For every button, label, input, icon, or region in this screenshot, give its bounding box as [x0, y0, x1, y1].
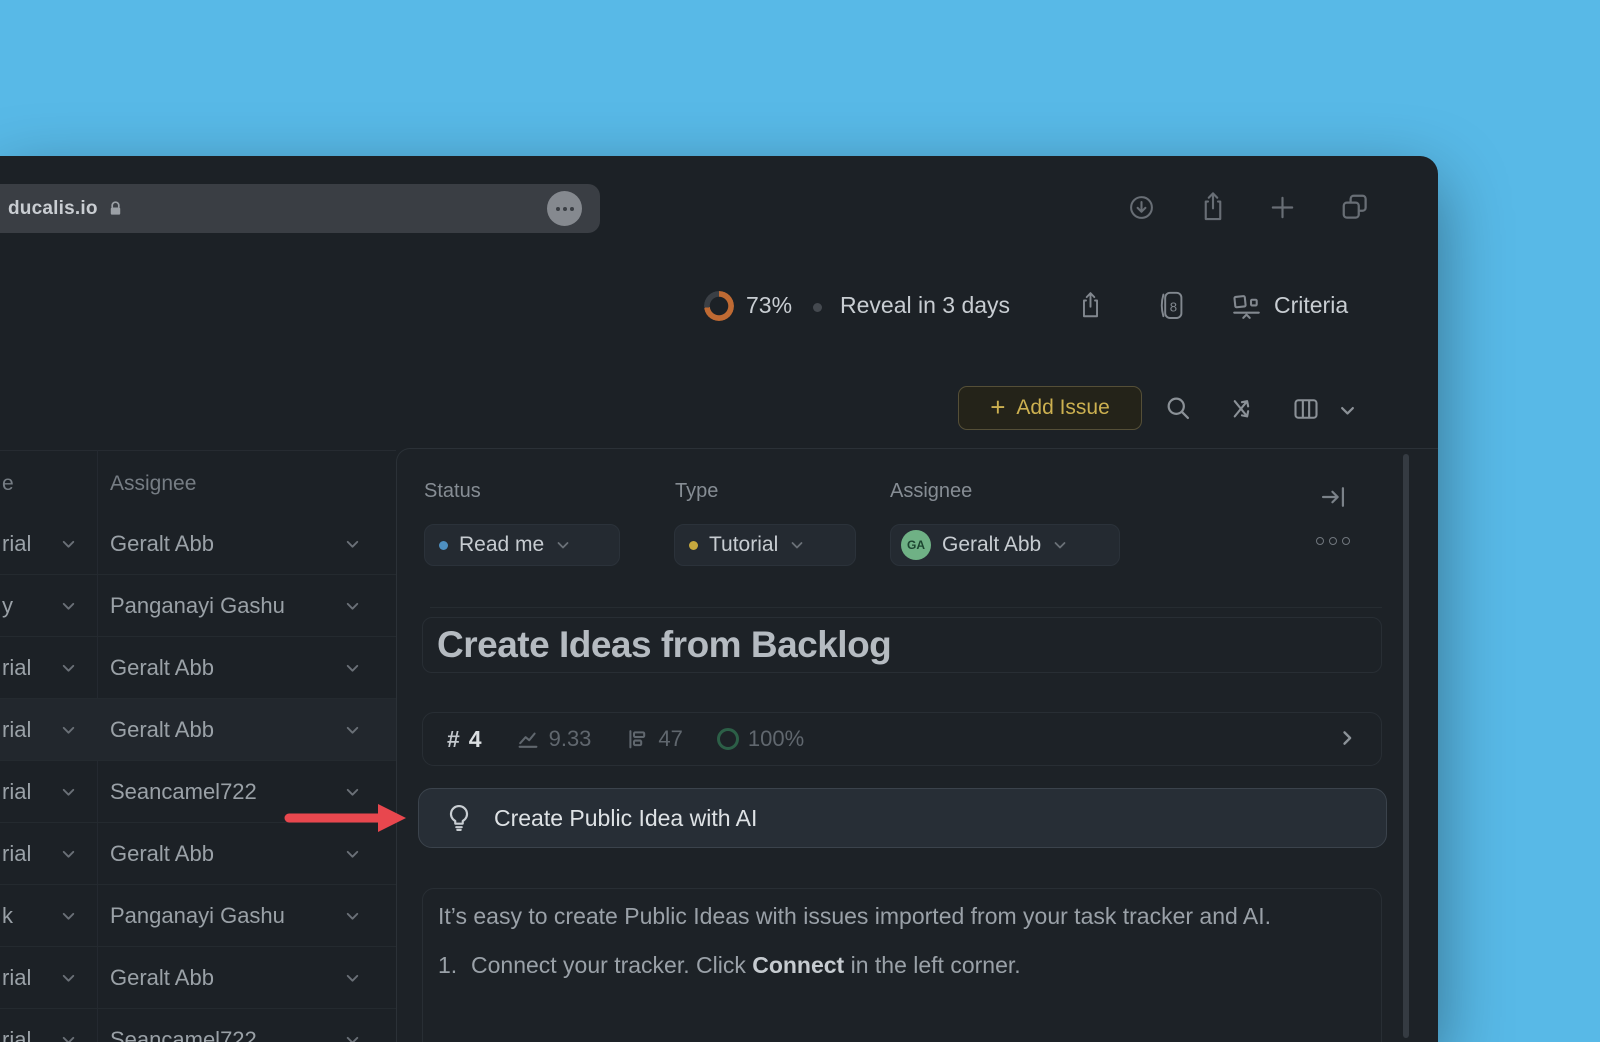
table-header-assignee[interactable]: Assignee — [110, 472, 196, 496]
chevron-down-icon — [555, 537, 571, 553]
type-dot — [689, 540, 698, 550]
lock-icon — [107, 200, 124, 217]
assignee-dropdown[interactable]: GA Geralt Abb — [890, 524, 1120, 566]
table-row[interactable]: rial Geralt Abb — [0, 513, 396, 575]
chevron-down-icon[interactable] — [60, 535, 77, 552]
sort-icon[interactable] — [1228, 395, 1255, 422]
export-icon[interactable] — [1077, 290, 1104, 320]
assignee-avatar: GA — [901, 530, 931, 560]
table-row[interactable]: rial Seancamel722 — [0, 1009, 396, 1042]
url-options-button[interactable] — [547, 191, 582, 226]
chevron-down-icon[interactable] — [1338, 401, 1357, 420]
reveal-countdown: Reveal in 3 days — [840, 292, 1011, 318]
download-icon[interactable] — [1127, 193, 1156, 222]
description-step-1: 1. Connect your tracker. Click Connect i… — [438, 952, 1021, 978]
table-row[interactable]: y Panganayi Gashu — [0, 575, 396, 637]
progress-ring — [704, 291, 734, 321]
chevron-down-icon[interactable] — [344, 659, 361, 676]
panel-divider — [430, 607, 1382, 608]
table-row-highlighted[interactable]: rial Geralt Abb — [0, 699, 396, 761]
hash-icon: # — [447, 725, 460, 752]
browser-window: ducalis.io 73% Reveal in 3 days 8 Criter… — [0, 156, 1438, 1042]
chevron-down-icon[interactable] — [344, 845, 361, 862]
table-row[interactable]: rial Geralt Abb — [0, 637, 396, 699]
issue-description[interactable]: It’s easy to create Public Ideas with is… — [422, 888, 1382, 1042]
more-options-icon[interactable] — [1316, 537, 1350, 545]
type-dropdown[interactable]: Tutorial — [674, 524, 856, 566]
criteria-icon[interactable] — [1231, 292, 1262, 323]
chevron-down-icon[interactable] — [60, 907, 77, 924]
url-bar[interactable]: ducalis.io — [0, 184, 600, 233]
assignee-cell[interactable]: Geralt Abb — [110, 531, 214, 557]
table-row[interactable]: k Panganayi Gashu — [0, 885, 396, 947]
tabs-overview-icon[interactable] — [1340, 192, 1370, 222]
score-value: 9.33 — [548, 726, 592, 751]
chevron-down-icon[interactable] — [344, 1031, 361, 1042]
status-field-label: Status — [424, 480, 481, 502]
chevron-down-icon[interactable] — [60, 721, 77, 738]
url-text: ducalis.io — [8, 197, 98, 219]
columns-icon[interactable] — [1292, 395, 1320, 423]
progress-percent: 73% — [746, 292, 793, 318]
add-issue-button[interactable]: + Add Issue — [958, 386, 1142, 430]
chevron-down-icon[interactable] — [344, 969, 361, 986]
svg-text:8: 8 — [1170, 299, 1177, 314]
issue-id: 4 — [468, 725, 482, 752]
create-public-idea-ai-button[interactable]: Create Public Idea with AI — [418, 788, 1387, 848]
chevron-down-icon[interactable] — [344, 597, 361, 614]
scrollbar[interactable] — [1403, 454, 1409, 1038]
chevron-down-icon[interactable] — [60, 969, 77, 986]
chevron-down-icon — [789, 537, 805, 553]
score-chart-icon — [516, 727, 540, 751]
completion-value: 100% — [747, 726, 805, 751]
type-field-label: Type — [675, 480, 719, 502]
chevron-down-icon[interactable] — [344, 783, 361, 800]
table-header-left-fragment: e — [2, 472, 14, 495]
search-icon[interactable] — [1164, 394, 1192, 422]
chevron-right-icon[interactable] — [1337, 728, 1357, 748]
assignee-cell[interactable]: Seancamel722 — [110, 1027, 257, 1042]
table-top-border — [0, 450, 396, 451]
rank-icon — [625, 727, 649, 751]
chevron-down-icon[interactable] — [60, 783, 77, 800]
plus-icon: + — [990, 391, 1006, 422]
chevron-down-icon — [1052, 537, 1068, 553]
card-stack-icon[interactable]: 8 — [1152, 289, 1188, 323]
collapse-panel-icon[interactable] — [1319, 483, 1347, 511]
chevron-down-icon[interactable] — [344, 721, 361, 738]
new-tab-icon[interactable] — [1268, 193, 1297, 222]
issue-title-container[interactable]: Create Ideas from Backlog — [422, 617, 1382, 673]
assignee-cell[interactable]: Panganayi Gashu — [110, 903, 285, 929]
assignee-field-label: Assignee — [890, 480, 973, 502]
assignee-cell[interactable]: Geralt Abb — [110, 841, 214, 867]
share-icon[interactable] — [1198, 190, 1228, 223]
annotation-arrow — [284, 801, 410, 835]
criteria-label[interactable]: Criteria — [1274, 292, 1348, 319]
chevron-down-icon[interactable] — [60, 659, 77, 676]
separator-dot — [813, 303, 822, 312]
rank-value: 47 — [658, 726, 683, 751]
completion-ring-icon — [716, 728, 739, 750]
chevron-down-icon[interactable] — [60, 597, 77, 614]
assignee-cell[interactable]: Panganayi Gashu — [110, 593, 285, 619]
chevron-down-icon[interactable] — [344, 535, 361, 552]
issue-stats-bar[interactable]: #4 9.33 47 100% — [422, 712, 1382, 766]
chevron-down-icon[interactable] — [344, 907, 361, 924]
description-paragraph: It’s easy to create Public Ideas with is… — [438, 903, 1272, 929]
status-dropdown[interactable]: Read me — [424, 524, 620, 566]
assignee-cell[interactable]: Geralt Abb — [110, 717, 214, 743]
lightbulb-icon — [446, 803, 472, 833]
assignee-cell[interactable]: Geralt Abb — [110, 965, 214, 991]
table-row[interactable]: rial Geralt Abb — [0, 947, 396, 1009]
issue-title[interactable]: Create Ideas from Backlog — [437, 624, 892, 666]
assignee-cell[interactable]: Seancamel722 — [110, 779, 257, 805]
chevron-down-icon[interactable] — [60, 1031, 77, 1042]
chevron-down-icon[interactable] — [60, 845, 77, 862]
assignee-cell[interactable]: Geralt Abb — [110, 655, 214, 681]
status-dot — [439, 540, 448, 550]
